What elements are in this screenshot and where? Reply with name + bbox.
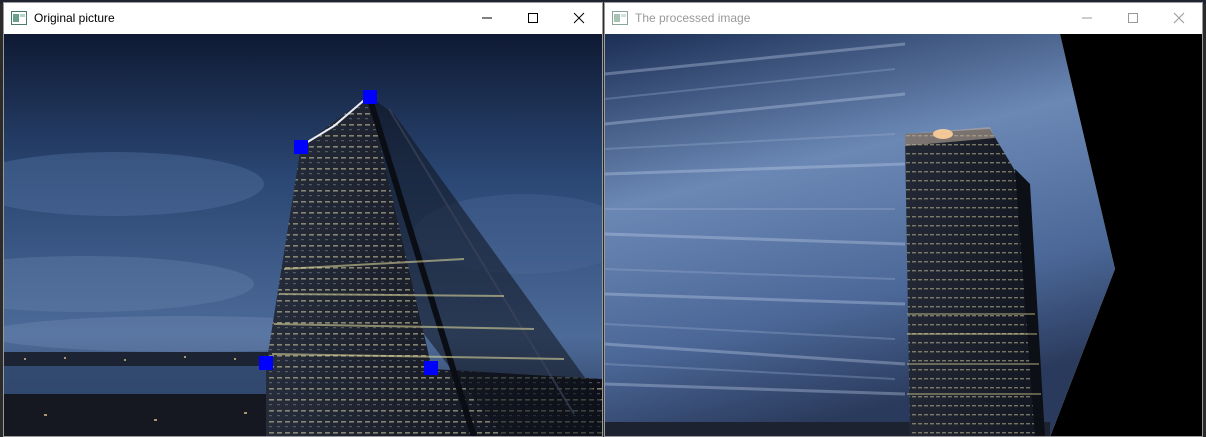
corner-marker[interactable] [363, 90, 377, 104]
original-picture-window[interactable]: Original picture [3, 2, 603, 437]
original-image [4, 34, 602, 436]
minimize-icon [482, 17, 492, 19]
corner-marker[interactable] [294, 140, 308, 154]
original-image-canvas[interactable] [4, 34, 602, 436]
close-button[interactable] [556, 3, 602, 33]
maximize-button[interactable] [1110, 3, 1156, 33]
window-title: The processed image [635, 11, 751, 25]
processed-image-canvas[interactable] [605, 34, 1202, 436]
minimize-icon [1082, 17, 1092, 19]
maximize-button[interactable] [510, 3, 556, 33]
minimize-button[interactable] [464, 3, 510, 33]
app-icon [612, 11, 628, 25]
processed-image [605, 34, 1202, 436]
processed-image-window[interactable]: The processed image [604, 2, 1203, 437]
minimize-button[interactable] [1064, 3, 1110, 33]
corner-marker[interactable] [259, 356, 273, 370]
close-icon [1173, 12, 1185, 24]
maximize-icon [1128, 13, 1138, 23]
maximize-icon [528, 13, 538, 23]
corner-marker[interactable] [424, 361, 438, 375]
close-button[interactable] [1156, 3, 1202, 33]
close-icon [573, 12, 585, 24]
titlebar[interactable]: The processed image [605, 3, 1202, 33]
titlebar[interactable]: Original picture [4, 3, 602, 33]
app-icon [11, 11, 27, 25]
window-title: Original picture [34, 11, 115, 25]
